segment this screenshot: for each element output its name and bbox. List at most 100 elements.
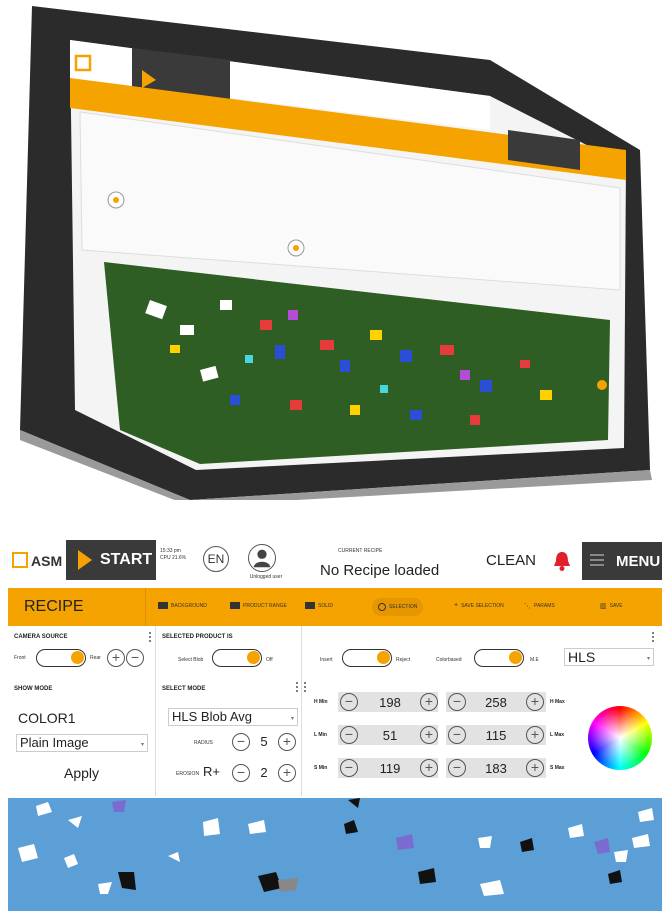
radius-value: 5 [260, 734, 268, 749]
show-mode-value: Plain Image [20, 735, 89, 750]
kebab-icon[interactable] [149, 632, 152, 642]
select-mode-value: HLS Blob Avg [172, 709, 252, 724]
reject-label: Reject [396, 657, 411, 663]
camera-rear-label: Rear [90, 655, 101, 661]
apply-button[interactable]: Apply [64, 765, 99, 781]
menu-button[interactable]: MENU [582, 542, 662, 580]
s-max-decrement-button[interactable]: − [448, 759, 466, 777]
chevron-down-icon: ▾ [290, 716, 294, 722]
l-min-value: 51 [382, 728, 398, 743]
l-max-increment-button[interactable]: + [526, 726, 544, 744]
l-min-increment-button[interactable]: + [420, 726, 438, 744]
image-icon [158, 602, 168, 609]
h-max-label: H Max [550, 699, 565, 705]
select-mode-select[interactable]: HLS Blob Avg ▾ [168, 708, 298, 726]
toggle-knob [509, 651, 522, 664]
show-mode-title: SHOW MODE [14, 686, 53, 692]
nav-selection[interactable]: SELECTION [372, 598, 424, 616]
h-max-value: 258 [485, 695, 507, 710]
play-icon [78, 550, 92, 570]
camera-image-view[interactable] [8, 798, 662, 911]
params-icon: ⋱ [524, 603, 531, 610]
select-blob-toggle[interactable] [212, 649, 262, 667]
s-max-increment-button[interactable]: + [526, 759, 544, 777]
zoom-in-button[interactable]: + [107, 649, 125, 667]
color-space-select[interactable]: HLS ▾ [564, 648, 654, 666]
solid-icon [305, 602, 315, 609]
radius-increment-button[interactable]: + [278, 733, 296, 751]
user-avatar-icon[interactable] [248, 544, 276, 572]
erosion-decrement-button[interactable]: − [232, 764, 250, 782]
start-label: START [100, 551, 153, 568]
erosion-increment-button[interactable]: + [278, 764, 296, 782]
me-label: M.E [530, 657, 539, 663]
erosion-value: 2 [260, 765, 268, 780]
select-mode-title: SELECT MODE [162, 686, 206, 692]
recipe-tab-label: RECIPE [24, 598, 84, 615]
save-icon: ▥ [600, 603, 607, 610]
erosion-label: EROSION [176, 771, 200, 777]
menu-label: MENU [616, 553, 661, 570]
right-panel: Insert Reject Colorbased M.E HLS ▾ H Min… [302, 626, 662, 796]
range-icon [230, 602, 240, 609]
nav-solid[interactable]: SOLID [305, 602, 333, 609]
toggle-knob [247, 651, 260, 664]
nav-product-range[interactable]: PRODUCT RANGE [230, 602, 287, 609]
nav-save[interactable]: ▥ SAVE [600, 602, 623, 610]
show-mode-select[interactable]: Plain Image ▾ [16, 734, 148, 752]
l-min-label: L Min [314, 732, 327, 738]
color-space-value: HLS [568, 649, 596, 665]
s-min-decrement-button[interactable]: − [340, 759, 358, 777]
sys-cpu: CPU 21.6% [160, 555, 187, 561]
l-min-decrement-button[interactable]: − [340, 726, 358, 744]
s-min-value: 119 [379, 761, 401, 776]
insert-reject-toggle[interactable] [342, 649, 392, 667]
colorbased-label: Colorbased [436, 657, 462, 663]
toggle-knob [71, 651, 84, 664]
radius-decrement-button[interactable]: − [232, 733, 250, 751]
kebab-icon[interactable] [296, 682, 299, 692]
middle-panel: SELECTED PRODUCT IS Select Blob Off SELE… [156, 626, 302, 796]
nav-params[interactable]: ⋱ PARAMS [524, 602, 555, 610]
h-max-decrement-button[interactable]: − [448, 693, 466, 711]
chevron-down-icon: ▾ [140, 742, 144, 748]
camera-front-label: Front [14, 655, 26, 661]
zoom-out-button[interactable]: − [126, 649, 144, 667]
user-label: Unlogged user [249, 574, 283, 580]
tab-recipe[interactable]: RECIPE [8, 588, 146, 626]
nav-background[interactable]: BACKGROUND [158, 602, 207, 609]
s-min-label: S Min [314, 765, 328, 771]
h-max-increment-button[interactable]: + [526, 693, 544, 711]
s-min-increment-button[interactable]: + [420, 759, 438, 777]
s-max-label: S Max [550, 765, 565, 771]
selected-product-title: SELECTED PRODUCT IS [162, 634, 233, 640]
l-max-decrement-button[interactable]: − [448, 726, 466, 744]
nav-save-selection[interactable]: + SAVE SELECTION [454, 602, 504, 609]
start-button[interactable]: START [66, 540, 156, 580]
h-min-decrement-button[interactable]: − [340, 693, 358, 711]
recipe-nav-bar: RECIPE BACKGROUND PRODUCT RANGE SOLID SE… [8, 588, 662, 626]
kebab-icon[interactable] [304, 682, 307, 692]
top-header: ASM START 15:33 pm CPU 21.6% EN Unlogged… [8, 528, 662, 588]
h-min-value: 198 [379, 695, 401, 710]
system-info: 15:33 pm CPU 21.6% [160, 548, 186, 562]
insert-label: Insert [320, 657, 333, 663]
nav-save-label: SAVE [609, 603, 623, 609]
camera-source-title: CAMERA SOURCE [14, 634, 68, 640]
app-screen: ASM START 15:33 pm CPU 21.6% EN Unlogged… [8, 528, 662, 911]
nav-save-selection-label: SAVE SELECTION [461, 602, 504, 609]
erosion-mode-select[interactable]: R+ [200, 764, 230, 782]
toggle-knob [377, 651, 390, 664]
clean-button[interactable]: CLEAN [486, 552, 536, 569]
bell-icon[interactable] [552, 550, 572, 572]
tablet-illustration [20, 6, 652, 500]
language-button[interactable]: EN [203, 546, 229, 572]
camera-source-toggle[interactable] [36, 649, 86, 667]
selection-icon [378, 603, 386, 611]
color-wheel[interactable] [588, 706, 652, 770]
l-max-value: 115 [485, 728, 507, 743]
kebab-icon[interactable] [652, 632, 655, 642]
erosion-mode-value: R+ [203, 764, 220, 779]
h-min-increment-button[interactable]: + [420, 693, 438, 711]
colorbased-toggle[interactable] [474, 649, 524, 667]
